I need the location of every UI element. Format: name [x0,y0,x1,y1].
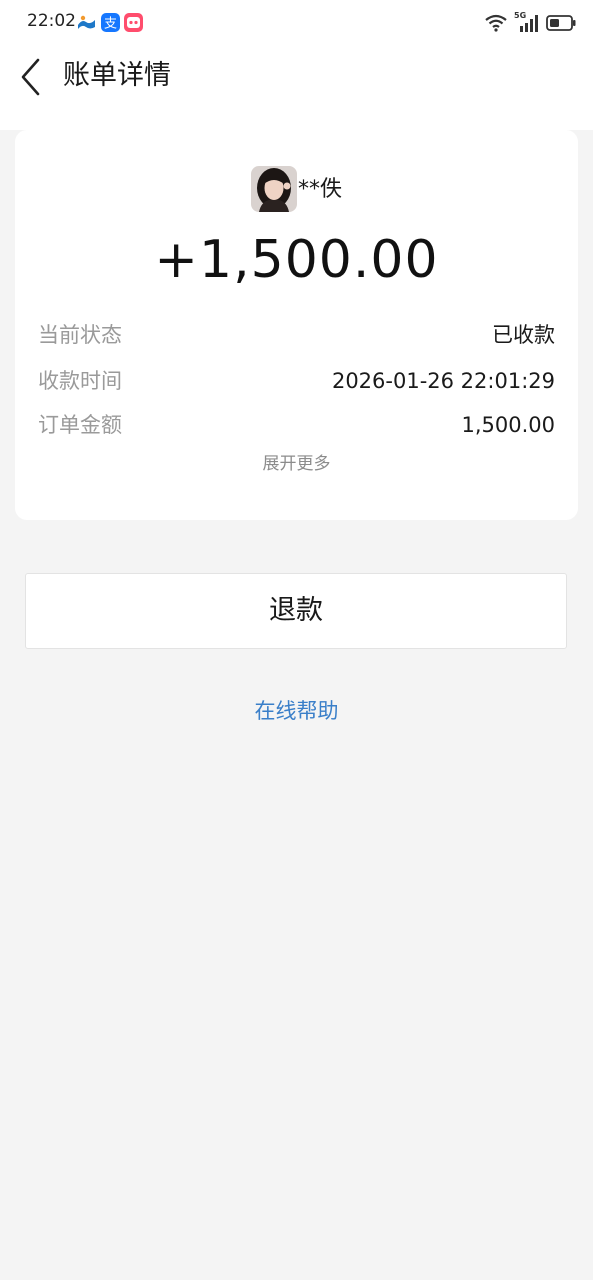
header-area: 22:02 支 5G 账单详情 [0,0,593,130]
detail-row-time: 收款时间 2026-01-26 22:01:29 [38,365,555,397]
app-pink-icon [124,13,143,32]
status-bar: 22:02 支 5G [0,0,593,46]
nav-bar: 账单详情 [0,46,593,110]
wifi-icon [485,14,507,36]
detail-value: 2026-01-26 22:01:29 [331,369,555,393]
app-notification-icon [77,13,96,32]
expand-more-link[interactable]: 展开更多 [15,452,578,476]
page-title: 账单详情 [63,60,171,91]
detail-label: 订单金额 [38,413,122,437]
transaction-amount: +1,500.00 [154,230,439,290]
detail-row-status: 当前状态 已收款 [38,319,555,351]
detail-value: 已收款 [492,323,555,347]
alipay-icon: 支 [101,13,120,32]
svg-text:支: 支 [104,17,117,32]
chevron-left-icon [21,58,40,96]
detail-label: 收款时间 [38,369,122,393]
status-time: 22:02 [27,11,76,31]
avatar[interactable] [251,166,297,212]
detail-value: 1,500.00 [461,413,555,437]
payer-info: **佚 [15,166,578,214]
detail-label: 当前状态 [38,323,122,347]
payer-name: **佚 [298,177,343,202]
refund-button[interactable]: 退款 [25,573,567,649]
battery-icon [546,15,576,35]
signal-5g-icon: 5G [514,11,540,33]
online-help-link[interactable]: 在线帮助 [0,696,593,726]
detail-row-order-amount: 订单金额 1,500.00 [38,409,555,441]
bill-detail-card: **佚 +1,500.00 当前状态 已收款 收款时间 2026-01-26 2… [15,130,578,520]
back-button[interactable] [12,54,52,100]
